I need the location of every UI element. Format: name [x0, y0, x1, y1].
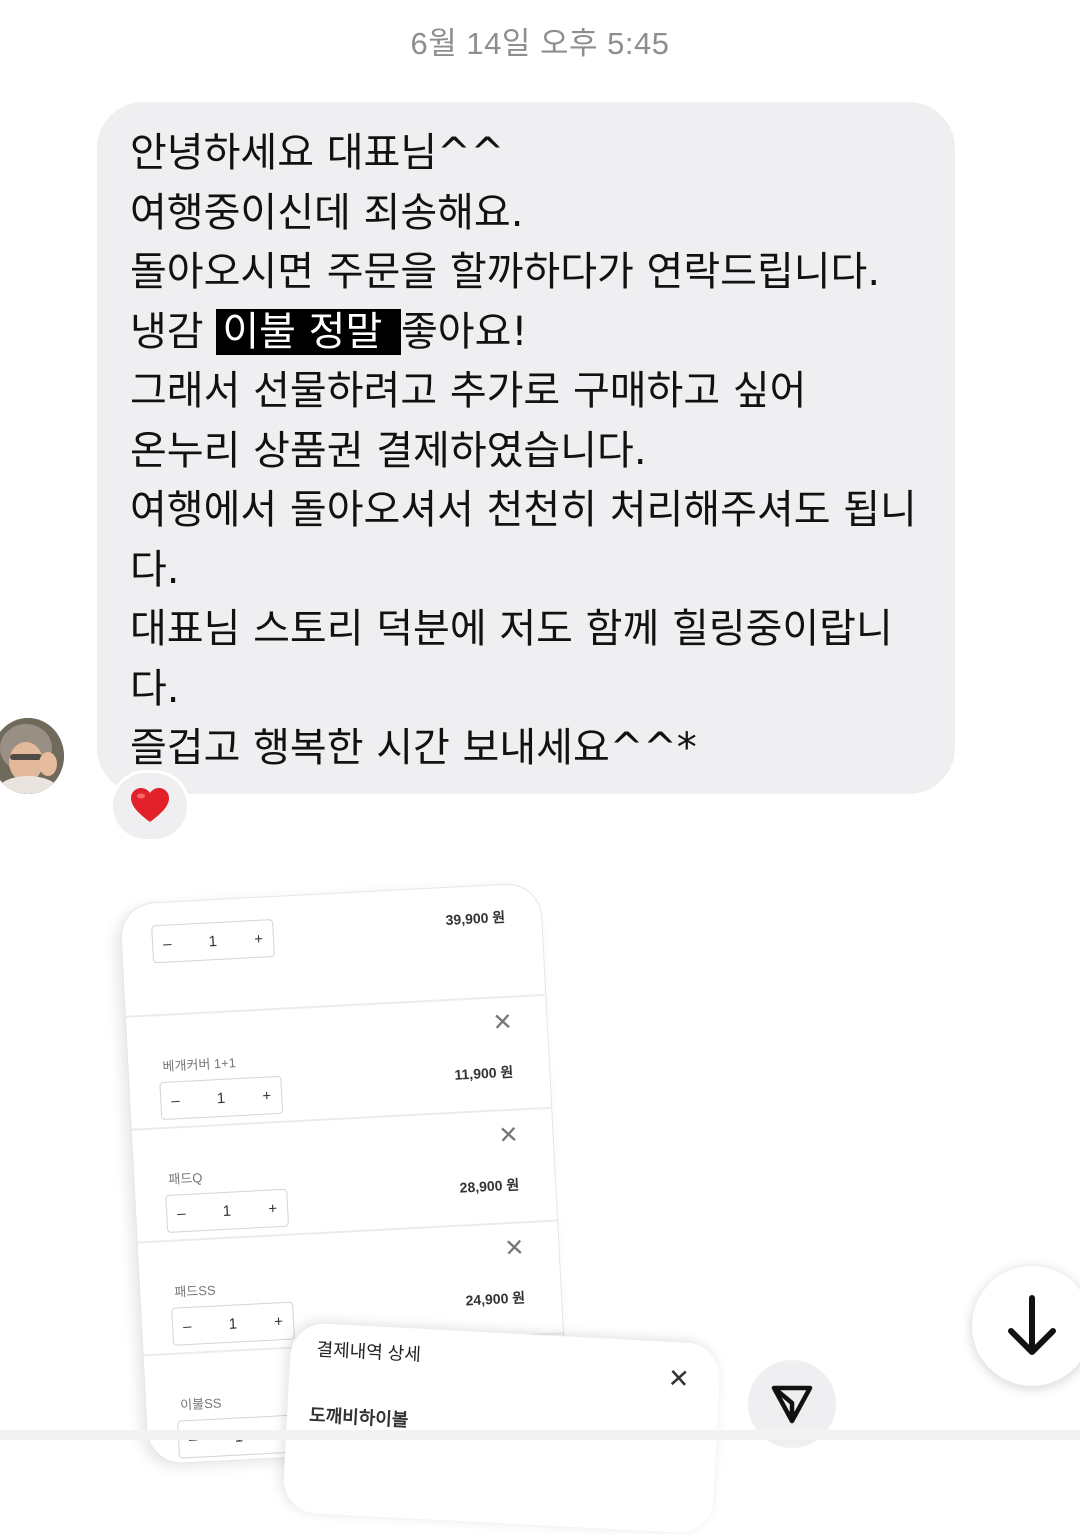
cart-row: ✕ 패드Q – 1 + 28,900 원	[131, 1108, 558, 1244]
minus-icon: –	[182, 1317, 192, 1335]
quantity-value: 1	[216, 1089, 226, 1107]
sender-avatar[interactable]	[0, 718, 64, 794]
message-line: 안녕하세요 대표님^^	[130, 130, 505, 176]
remove-icon: ✕	[491, 1007, 514, 1037]
card-subtitle: 도깨비하이볼	[308, 1405, 409, 1431]
quantity-value: 1	[222, 1202, 232, 1220]
product-price: 24,900 원	[465, 1289, 526, 1309]
quantity-stepper: – 1 +	[171, 1301, 295, 1346]
product-price: 28,900 원	[459, 1176, 520, 1196]
quantity-stepper: – 1 +	[151, 919, 275, 964]
quantity-value: 1	[208, 932, 218, 950]
minus-icon: –	[170, 1091, 181, 1110]
minus-icon: –	[162, 934, 172, 953]
reaction-badge[interactable]	[110, 770, 190, 842]
product-price: 11,900 원	[454, 1063, 514, 1083]
bottom-divider	[0, 1430, 1080, 1440]
message-line: 즐겁고 행복한 시간 보내세요^^*	[130, 725, 697, 771]
quantity-stepper: – 1 +	[165, 1188, 290, 1233]
message-line: 여행중이신데 죄송해요.	[130, 189, 524, 236]
product-price: 39,900 원	[445, 908, 506, 928]
avatar-photo	[0, 718, 64, 794]
plus-icon: +	[267, 1199, 278, 1218]
plus-icon: +	[253, 930, 264, 948]
plus-icon: +	[273, 1312, 284, 1330]
cart-row: – 1 + 39,900 원	[120, 883, 546, 1018]
highlighted-text: 이불 정말	[216, 308, 401, 355]
product-name: 패드SS	[173, 1282, 216, 1300]
plus-icon: +	[261, 1086, 272, 1105]
heart-icon	[131, 788, 169, 822]
close-icon: ✕	[666, 1363, 691, 1395]
quantity-stepper: – 1 +	[159, 1075, 284, 1121]
scroll-down-button[interactable]	[972, 1266, 1080, 1386]
message-line: 대표님 스토리 덕분에 저도 함께 힐링중이랍니다.	[130, 606, 893, 712]
minus-icon: –	[176, 1204, 186, 1222]
remove-icon: ✕	[503, 1233, 526, 1263]
message-timestamp: 6월 14일 오후 5:45	[410, 26, 670, 61]
message-line: 그래서 선물하려고 추가로 구매하고 싶어	[130, 368, 807, 414]
message-line: 여행에서 돌아오셔서 천천히 처리해주셔도 됩니다.	[130, 487, 917, 593]
message-line: 냉감 이불 정말 좋아요!	[130, 303, 935, 363]
product-name: 패드Q	[168, 1170, 203, 1187]
message-text: 좋아요!	[400, 308, 528, 355]
message-bubble[interactable]: 안녕하세요 대표님^^ 여행중이신데 죄송해요. 돌아오시면 주문을 할까하다가…	[97, 102, 955, 794]
cart-row: ✕ 베개커버 1+1 – 1 + 11,900 원	[125, 995, 552, 1131]
product-name: 이불SS	[179, 1395, 222, 1413]
message-text: 냉감	[130, 308, 217, 355]
remove-icon: ✕	[497, 1120, 520, 1150]
send-icon	[771, 1385, 813, 1424]
card-title: 결제내역 상세	[316, 1339, 422, 1365]
message-line: 온누리 상품권 결제하였습니다.	[130, 427, 647, 474]
payment-detail-card[interactable]: 결제내역 상세 ✕ 도깨비하이볼	[282, 1322, 722, 1534]
product-name: 베개커버 1+1	[162, 1055, 237, 1074]
quantity-value: 1	[228, 1314, 238, 1333]
message-line: 돌아오시면 주문을 할까하다가 연락드립니다.	[130, 249, 881, 295]
arrow-down-icon	[1008, 1295, 1056, 1355]
